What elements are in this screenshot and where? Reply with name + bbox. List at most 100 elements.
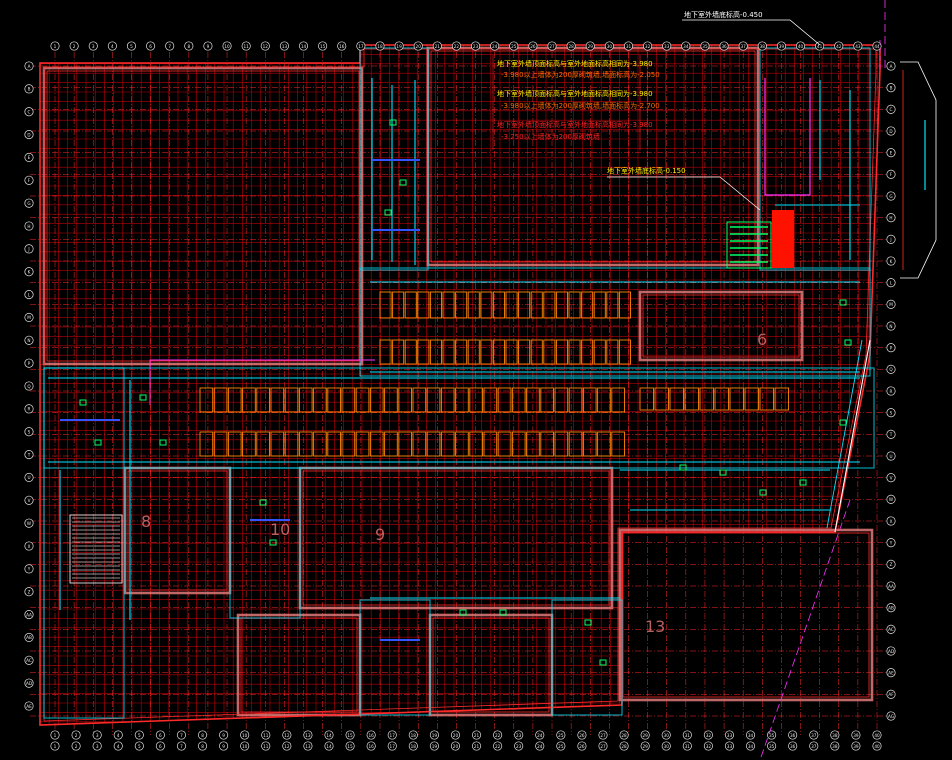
axis-bubble-top-label: 11 [243,44,249,49]
fixture [759,489,767,496]
axis-bubble-top-label: 16 [339,44,345,49]
parking-stall [417,291,430,319]
parking-stall [242,387,256,413]
axis-bubble-left-label: H [27,224,30,229]
axis-bubble-bottom-label: 18 [411,733,417,738]
fixture [399,179,407,186]
zone-inner [240,617,358,713]
axis-bubble-top-label: 34 [683,44,689,49]
parking-stall [284,431,299,457]
axis-bubble-bottom-label: 15 [347,733,353,738]
axis-bubble-top-label: 37 [741,44,747,49]
parking-stall [518,291,531,319]
axis-bubble-left-label: D [27,132,30,137]
axis-bubble-top-label: 36 [721,44,727,49]
parking-stall [404,291,417,319]
axis-bubble-top-label: 14 [301,44,307,49]
parking-stall [227,387,242,413]
axis-bubble-top-label: 4 [111,44,114,49]
axis-bubble-top-label: 23 [473,44,479,49]
axis-bubble-left-label: G [27,201,30,206]
parking-stall [511,431,526,457]
axis-bubble-bottom-label: 24 [537,733,543,738]
parking-stall [398,431,412,457]
axis-bubble-top-label: 18 [377,44,383,49]
axis-bubble-right-label: AG [888,714,894,719]
axis-bubble-bottom-label: 4 [117,733,120,738]
parking-stall [392,339,405,365]
axis-bubble-bottom-label: 33 [727,733,733,738]
axis-bubble-bottom-label: 2 [75,733,78,738]
axis-bubble-left-label: AE [26,704,32,709]
parking-stall [199,387,214,413]
axis-bubble-bottom2-label: 13 [305,744,311,749]
axis-bubble-top-label: 27 [549,44,555,49]
axis-bubble-bottom2-label: 14 [326,744,332,749]
zone-number: 9 [375,525,385,544]
axis-bubble-bottom-label: 29 [642,733,648,738]
top-annotation: 地下室外墙底标高-0.450 [684,11,763,19]
parking-stall [729,387,744,411]
axis-bubble-left-label: T [27,452,31,457]
hatched-zones [42,46,874,717]
axis-bubble-bottom-label: 34 [748,733,754,738]
edge-profile [900,61,937,279]
axis-bubble-top-label: 25 [511,44,517,49]
fixture [159,439,167,446]
axis-bubble-bottom-label: 28 [621,733,627,738]
parking-stall [227,431,242,457]
axis-bubble-bottom2-label: 34 [748,744,754,749]
parking-stall [480,291,493,319]
axis-bubble-left-label: Z [28,590,31,595]
zone-border [298,466,614,610]
axis-bubble-bottom2-label: 3 [96,744,99,749]
axis-bubble-right-label: J [889,237,891,242]
fixture [94,439,102,446]
axis-bubble-top-label: 29 [588,44,594,49]
parking-stall [611,387,625,413]
parking-stall [511,387,526,413]
parking-stall [480,339,493,365]
axis-bubble-bottom2-label: 24 [537,744,543,749]
axis-bubble-top-label: 26 [530,44,536,49]
parking-stall [426,387,441,413]
zone-number: 13 [645,617,665,636]
axis-bubble-bottom-label: 36 [790,733,796,738]
axis-bubble-top-label: 6 [149,44,152,49]
axis-bubble-top-label: 39 [779,44,785,49]
axis-bubble-right-label: AB [888,605,894,610]
axis-bubble-top-label: 44 [874,44,880,49]
axis-bubble-left-label: N [27,338,30,343]
parking-stall [455,291,468,319]
zone-border [426,46,760,267]
axis-bubble-right-label: E [890,150,893,155]
axis-bubble-bottom2-label: 4 [117,744,120,749]
zone-inner [302,470,610,606]
axis-bubble-left-label: AD [26,681,32,686]
axis-bubble-bottom2-label: 23 [516,744,522,749]
cad-viewport[interactable]: 1 2 3 4 5 6 7 8 9 10 11 12 13 14 15 16 17 18 19 20 21 22 23 24 2… [0,0,952,760]
red-note: 地下室外墙顶面标高与室外地面标高相同为-3.980 [497,60,653,68]
fixture [389,119,397,126]
axis-bubble-top-label: 35 [702,44,708,49]
axis-bubble-bottom2-label: 38 [832,744,838,749]
magenta-route [149,359,375,405]
parking-stall [412,387,427,413]
axis-bubble-top-label: 12 [263,44,269,49]
axis-bubble-left-label: W [27,521,31,526]
parking-stall [774,387,789,411]
axis-bubble-right-label: R [890,389,893,394]
parking-stall [593,291,606,319]
axis-bubble-bottom2-label: 1 [54,744,57,749]
parking-stall [611,431,625,457]
axis-bubble-left-label: X [28,544,31,549]
mid-annotation: 地下室外墙底标高-0.150 [607,167,686,175]
parking-stall [213,387,228,413]
parking-stall [469,387,483,413]
axis-bubble-bottom2-label: 11 [263,744,269,749]
axis-bubble-left-label: S [28,430,31,435]
parking-stall [744,387,759,411]
axis-bubble-left-label: V [28,498,31,503]
axis-bubble-right-label: A [890,64,893,69]
parking-stall [505,339,518,365]
